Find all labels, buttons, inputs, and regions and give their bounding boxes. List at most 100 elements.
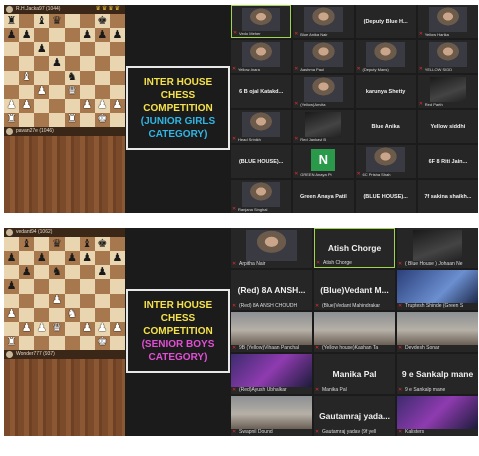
participant-tile[interactable]: Manika Pal ✕ Manika Pal (314, 354, 395, 394)
board-square[interactable]: ♟ (109, 98, 125, 113)
board-square[interactable] (19, 14, 35, 29)
white-pawn-icon[interactable]: ♟ (22, 323, 32, 334)
black-pawn-icon[interactable]: ♟ (82, 29, 92, 41)
black-pawn-icon[interactable]: ♟ (97, 29, 107, 41)
board-square[interactable] (64, 28, 80, 43)
white-queen-icon[interactable]: ♛ (52, 323, 62, 334)
board-square[interactable] (34, 112, 50, 127)
white-pawn-icon[interactable]: ♟ (82, 100, 92, 111)
board-square[interactable] (94, 279, 110, 294)
board-square[interactable]: ♛ (49, 237, 65, 252)
board-square[interactable] (4, 265, 20, 280)
board-square[interactable] (79, 70, 95, 85)
black-king-icon[interactable]: ♚ (97, 15, 107, 27)
board-square[interactable] (64, 56, 80, 71)
participant-tile[interactable]: ✕ Head Srinikh (231, 110, 292, 143)
board-square[interactable] (19, 335, 35, 350)
board-square[interactable]: ♟ (4, 279, 20, 294)
board-square[interactable] (94, 251, 110, 266)
board-square[interactable] (34, 70, 50, 85)
board-square[interactable] (64, 237, 80, 252)
board-square[interactable]: ♝ (19, 237, 35, 252)
board-square[interactable] (94, 307, 110, 322)
board-square[interactable] (4, 321, 20, 336)
participant-tile[interactable]: (Red) 8A ANSH... ✕ (Red) 8A ANSH CHOUDH (231, 270, 312, 310)
board-square[interactable] (94, 84, 110, 99)
board-square[interactable] (4, 70, 20, 85)
board-square[interactable] (34, 307, 50, 322)
white-pawn-icon[interactable]: ♟ (37, 323, 47, 334)
participant-tile[interactable]: Green Anaya Patil (293, 180, 354, 213)
participant-tile[interactable]: ✕ Arpitha Nair (231, 228, 312, 268)
board-square[interactable]: ♟ (4, 98, 20, 113)
board-square[interactable]: ♞ (49, 265, 65, 280)
participant-tile[interactable]: (BLUE HOUSE)... (355, 180, 416, 213)
board-square[interactable]: ♚ (94, 14, 110, 29)
board-square[interactable] (34, 28, 50, 43)
board-square[interactable] (79, 42, 95, 57)
board-square[interactable] (109, 265, 125, 280)
black-pawn-icon[interactable]: ♟ (7, 252, 17, 264)
board-square[interactable] (109, 14, 125, 29)
board-square[interactable]: ♟ (64, 251, 80, 266)
board-square[interactable] (19, 251, 35, 266)
black-queen-icon[interactable]: ♛ (52, 238, 62, 250)
board-square[interactable]: ♟ (19, 265, 35, 280)
board-square[interactable] (34, 56, 50, 71)
board-square[interactable]: ♟ (19, 28, 35, 43)
board-square[interactable]: ♞ (64, 307, 80, 322)
board-square[interactable]: ♟ (4, 28, 20, 43)
board-square[interactable]: ♟ (79, 321, 95, 336)
board-square[interactable] (109, 56, 125, 71)
white-rook-icon[interactable]: ♜ (7, 114, 17, 125)
board-square[interactable]: ♛ (49, 321, 65, 336)
participant-tile[interactable]: (Blue)Vedant M... ✕ (Blue)Vedant Mahindrak… (314, 270, 395, 310)
board-square[interactable] (49, 28, 65, 43)
board-square[interactable]: ♟ (49, 56, 65, 71)
black-pawn-icon[interactable]: ♟ (7, 29, 17, 41)
board-square[interactable]: ♟ (109, 28, 125, 43)
board-square[interactable] (109, 112, 125, 127)
board-square[interactable] (94, 293, 110, 308)
board-square[interactable]: ♟ (94, 98, 110, 113)
board-square[interactable] (4, 84, 20, 99)
board-square[interactable] (49, 251, 65, 266)
participant-tile[interactable]: ✕ (Deputy Mans) (355, 40, 416, 73)
board-square[interactable] (49, 279, 65, 294)
board-square[interactable] (49, 70, 65, 85)
board-square[interactable] (49, 307, 65, 322)
participant-tile[interactable]: ✕ Red Parth (417, 75, 478, 108)
white-pawn-icon[interactable]: ♟ (37, 86, 47, 97)
black-pawn-icon[interactable]: ♟ (67, 252, 77, 264)
board-square[interactable] (79, 293, 95, 308)
participant-tile[interactable]: ✕ Blue Anika Nair (293, 5, 354, 38)
participant-tile[interactable]: ✕ (Yellow house)Kashan Ta (314, 312, 395, 352)
board-square[interactable]: ♟ (49, 293, 65, 308)
board-square[interactable] (109, 293, 125, 308)
board-square[interactable]: ♜ (64, 112, 80, 127)
white-pawn-icon[interactable]: ♟ (113, 100, 123, 111)
board-square[interactable] (34, 237, 50, 252)
black-pawn-icon[interactable]: ♟ (113, 252, 123, 264)
board-square[interactable]: ♟ (34, 42, 50, 57)
participant-tile[interactable]: 9 e Sankalp mane ✕ 9 e Sankalp mane (397, 354, 478, 394)
white-pawn-icon[interactable]: ♟ (22, 100, 32, 111)
black-bishop-icon[interactable]: ♝ (37, 15, 47, 27)
white-knight-icon[interactable]: ♞ (67, 309, 77, 320)
participant-tile[interactable]: ✕ 6C Prisha Shah (355, 145, 416, 178)
board-square[interactable]: ♛ (49, 14, 65, 29)
board-square[interactable] (94, 42, 110, 57)
black-king-icon[interactable]: ♚ (97, 238, 107, 250)
white-rook-icon[interactable]: ♜ (67, 114, 77, 125)
board-square[interactable] (109, 279, 125, 294)
participant-tile[interactable]: ✕ (Yellow)Anvita (293, 75, 354, 108)
black-pawn-icon[interactable]: ♟ (113, 29, 123, 41)
board-square[interactable] (19, 42, 35, 57)
board-square[interactable]: ♚ (94, 237, 110, 252)
board-square[interactable] (109, 335, 125, 350)
board-square[interactable] (64, 321, 80, 336)
white-queen-icon[interactable]: ♛ (67, 86, 77, 97)
board-square[interactable] (49, 42, 65, 57)
board-square[interactable] (94, 56, 110, 71)
board-square[interactable]: ♚ (94, 112, 110, 127)
